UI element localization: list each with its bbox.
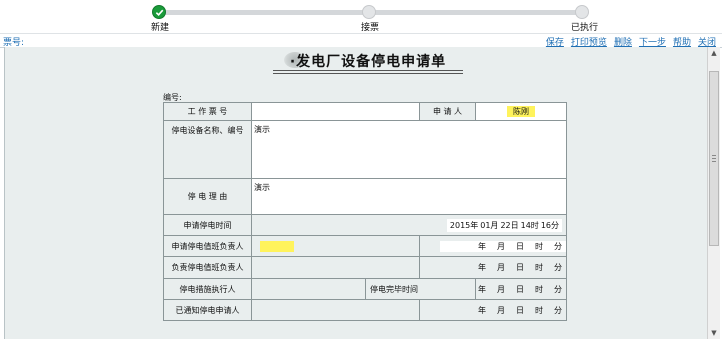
request-month: 01月 [480,220,499,230]
step-label-executed: 已执行 [571,23,599,33]
shift-leader-time[interactable]: 年 月 日 时 分 [419,256,567,279]
notify-field[interactable] [251,299,420,321]
scrollbar-thumb[interactable] [709,71,719,246]
unit-hour: 时 [535,263,543,272]
step-label-accept: 接票 [361,23,380,33]
request-shift-leader-time[interactable]: 年 月 日 时 分 [419,235,567,257]
table-row: 工 作 票 号 申 请 人 陈刚 [163,102,567,121]
unit-year: 年 [478,263,486,272]
request-time-value: 2015年 01月 22日 14时 16分 [446,218,562,232]
unit-month: 月 [497,241,505,251]
form-viewport: ·发电厂设备停电申请单 编号: 工 作 票 号 申 请 人 陈刚 停电设备名称、… [4,47,708,339]
request-shift-leader-label: 申请停电值班负责人 [163,235,252,257]
check-icon [152,5,166,19]
highlight-field [260,240,294,252]
toolbar: 票号: 保存 打印预览 删除 下一步 帮助 关闭 [0,33,722,48]
step-dot-3 [575,5,589,19]
complete-time-label: 停电完毕时间 [365,278,476,300]
table-row: 申请停电时间 2015年 01月 22日 14时 16分 [163,214,567,236]
unit-hour: 时 [535,241,543,251]
table-row: 停电措施执行人 停电完毕时间 年 月 日 时 分 [163,278,567,300]
request-hour: 14时 [520,220,539,230]
unit-month: 月 [497,305,505,315]
unit-day: 日 [516,284,524,294]
unit-minute: 分 [554,305,562,315]
shift-leader-label: 负责停电值班负责人 [163,256,252,279]
outage-request-table: 工 作 票 号 申 请 人 陈刚 停电设备名称、编号 演示 停 电 理 由 演示… [163,102,567,321]
title-underline [273,70,463,71]
request-shift-leader-field[interactable] [251,235,420,257]
progress-track-2 [370,10,582,15]
table-row: 停电设备名称、编号 演示 [163,120,567,179]
vertical-scrollbar[interactable]: ▲ ▼ [707,47,720,339]
table-row: 已通知停电申请人 年 月 日 时 分 [163,299,567,321]
step-label-new: 新建 [151,23,170,33]
progress-stepper: 新建 接票 已执行 [0,0,722,33]
complete-time-field[interactable]: 年 月 日 时 分 [475,278,567,300]
table-row: 停 电 理 由 演示 [163,178,567,215]
executor-field[interactable] [251,278,366,300]
unit-minute: 分 [554,263,562,272]
unit-minute: 分 [554,241,562,251]
executor-label: 停电措施执行人 [163,278,252,300]
unit-year: 年 [478,284,486,294]
request-time-label: 申请停电时间 [163,214,252,236]
equipment-label: 停电设备名称、编号 [163,120,252,179]
shift-leader-field[interactable] [251,256,420,279]
unit-year: 年 [478,305,486,315]
request-day: 22日 [500,220,519,230]
reason-label: 停 电 理 由 [163,178,252,215]
step-dot-2 [362,5,376,19]
applicant-value: 陈刚 [507,106,535,117]
equipment-field[interactable]: 演示 [251,120,567,179]
notify-label: 已通知停电申请人 [163,299,252,321]
ticket-no-label: 工 作 票 号 [163,102,252,121]
unit-month: 月 [497,263,505,272]
scroll-down-icon[interactable]: ▼ [708,327,720,339]
unit-day: 日 [516,263,524,272]
ticket-no-field[interactable] [251,102,420,121]
unit-hour: 时 [535,305,543,315]
reason-field[interactable]: 演示 [251,178,567,215]
table-row: 负责停电值班负责人 年 月 日 时 分 [163,256,567,279]
applicant-field[interactable]: 陈刚 [475,102,567,121]
unit-hour: 时 [535,284,543,294]
table-row: 申请停电值班负责人 年 月 日 时 分 [163,235,567,257]
notify-time[interactable]: 年 月 日 时 分 [419,299,567,321]
unit-minute: 分 [554,284,562,294]
title-underline-2 [273,73,463,74]
applicant-label: 申 请 人 [419,102,476,121]
unit-month: 月 [497,284,505,294]
request-year: 2015年 [449,220,479,230]
unit-year: 年 [478,241,486,251]
progress-track-1 [160,10,370,15]
unit-day: 日 [516,305,524,315]
request-minute: 16分 [540,220,559,230]
scroll-up-icon[interactable]: ▲ [708,47,720,59]
request-time-field[interactable]: 2015年 01月 22日 14时 16分 [251,214,567,236]
form-title: ·发电厂设备停电申请单 [289,54,447,70]
unit-day: 日 [516,241,524,251]
